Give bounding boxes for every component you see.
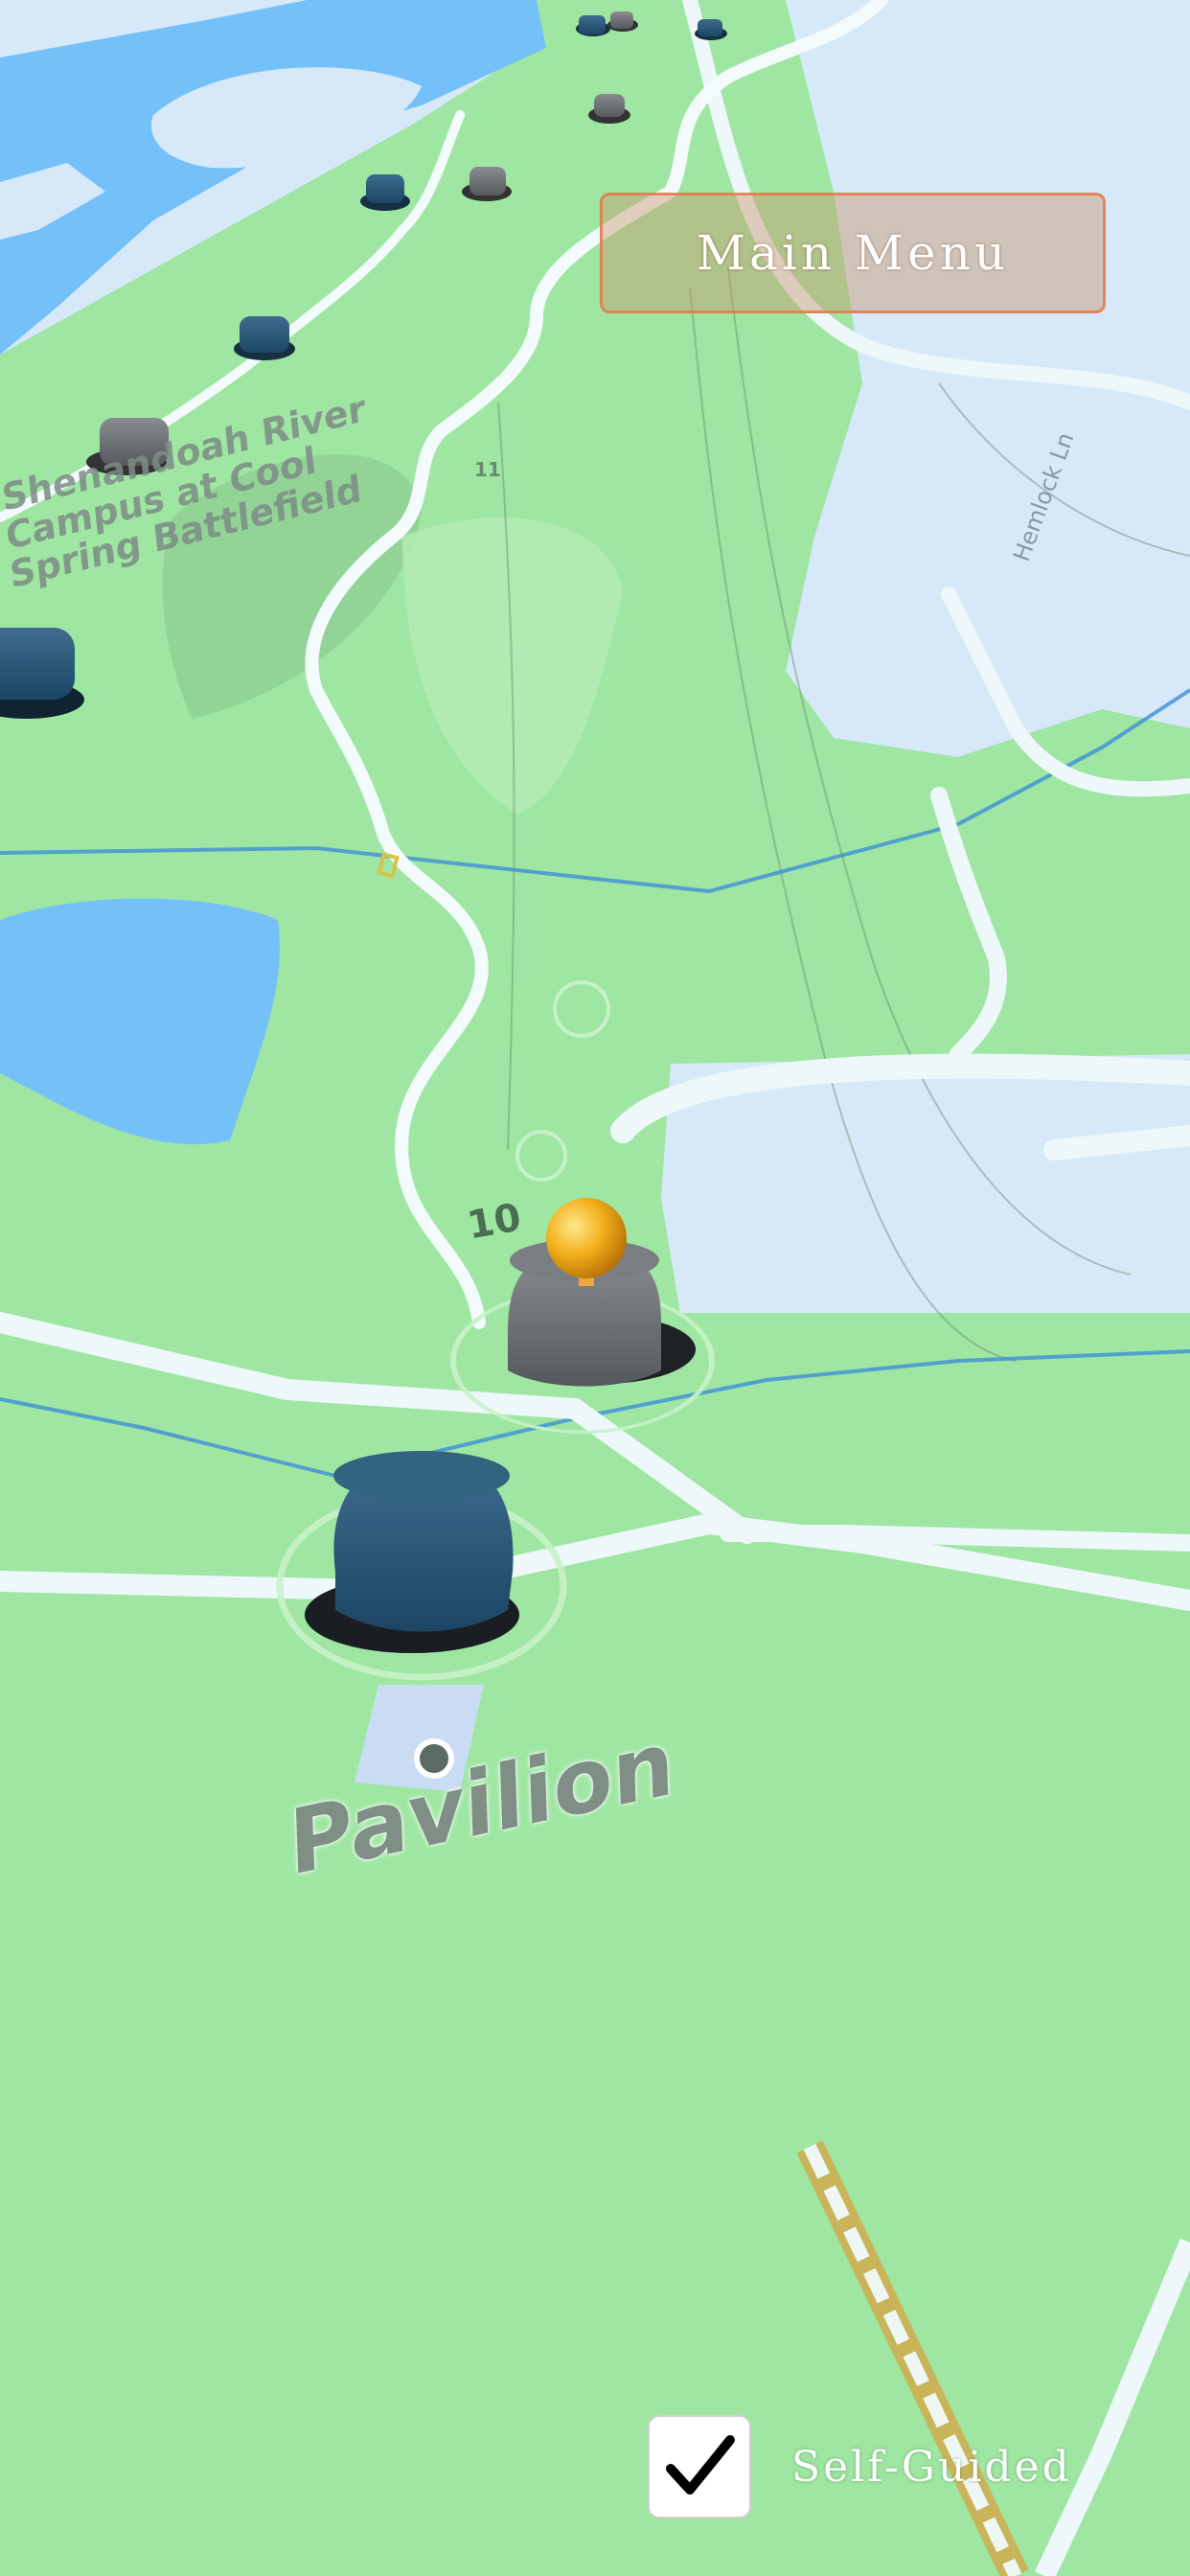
map-view[interactable]: [0, 0, 1190, 2576]
main-menu-button[interactable]: Main Menu: [600, 193, 1106, 313]
union-kepi-marker-icon[interactable]: [360, 174, 410, 211]
route-number-small-label: 11: [474, 458, 501, 481]
union-kepi-marker-icon[interactable]: [234, 316, 295, 360]
checkmark-icon: [666, 2435, 735, 2495]
route-number-label: 10: [464, 1195, 525, 1249]
self-guided-label: Self-Guided: [791, 2442, 1072, 2492]
self-guided-toggle[interactable]: Self-Guided: [648, 2415, 1072, 2518]
self-guided-checkbox[interactable]: [648, 2415, 751, 2518]
main-menu-label: Main Menu: [696, 225, 1010, 281]
union-kepi-marker-icon[interactable]: [0, 628, 84, 719]
